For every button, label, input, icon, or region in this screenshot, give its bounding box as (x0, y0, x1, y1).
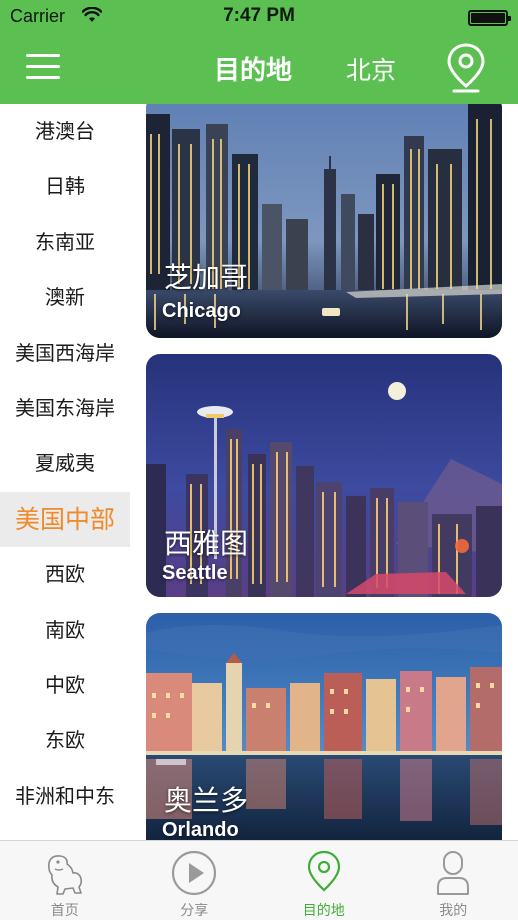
tab-label: 分享 (180, 903, 209, 919)
city-card-orlando[interactable]: 奥兰多 Orlando (146, 613, 502, 840)
sidebar-item-us-west-coast[interactable]: 美国西海岸 (0, 326, 130, 381)
city-card-chicago[interactable]: 芝加哥 Chicago (146, 104, 502, 338)
tab-destination[interactable]: 目的地 (259, 841, 389, 920)
location-pin-icon[interactable] (444, 42, 488, 94)
destination-list: 芝加哥 Chicago 西雅图 Seattle 奥兰多 Orlando (130, 104, 518, 840)
sidebar-item-hk-macau-taiwan[interactable]: 港澳台 (0, 104, 130, 159)
city-name-cn: 芝加哥 (164, 261, 249, 294)
tab-bar: 首页 分享 目的地 我的 (0, 840, 518, 920)
sidebar-item-us-east-coast[interactable]: 美国东海岸 (0, 381, 130, 436)
sidebar-item-eastern-europe[interactable]: 东欧 (0, 713, 130, 768)
clock: 7:47 PM (223, 5, 295, 26)
page-title: 目的地 (214, 56, 293, 86)
sidebar-item-southeast-asia[interactable]: 东南亚 (0, 215, 130, 270)
city-name-en: Chicago (162, 300, 241, 322)
tab-label: 我的 (439, 903, 468, 919)
location-pin-icon (307, 850, 340, 892)
dinosaur-icon (47, 855, 82, 895)
sidebar-item-us-central[interactable]: 美国中部 (0, 491, 130, 548)
status-bar: Carrier 7:47 PM (0, 0, 518, 34)
nav-bar: 目的地 北京 (0, 34, 518, 104)
tab-label: 目的地 (302, 903, 345, 919)
city-name-en: Seattle (162, 562, 228, 584)
battery-icon (468, 10, 511, 26)
tab-profile[interactable]: 我的 (389, 841, 518, 920)
tab-label: 首页 (50, 903, 79, 919)
city-card-seattle[interactable]: 西雅图 Seattle (146, 354, 502, 597)
play-icon (172, 850, 217, 896)
city-name-en: Orlando (162, 819, 239, 840)
menu-icon[interactable] (26, 52, 60, 80)
tab-share[interactable]: 分享 (130, 841, 260, 920)
current-city-button[interactable]: 北京 (346, 51, 396, 87)
city-name-cn: 西雅图 (164, 527, 249, 560)
person-icon (437, 851, 470, 895)
sidebar-item-australia-nz[interactable]: 澳新 (0, 270, 130, 325)
sidebar-item-western-europe[interactable]: 西欧 (0, 547, 130, 602)
sidebar-item-central-europe[interactable]: 中欧 (0, 658, 130, 713)
sidebar-item-southern-europe[interactable]: 南欧 (0, 603, 130, 658)
sidebar-item-japan-korea[interactable]: 日韩 (0, 159, 130, 214)
tab-home[interactable]: 首页 (0, 841, 130, 920)
region-sidebar: 港澳台 日韩 东南亚 澳新 美国西海岸 美国东海岸 夏威夷 美国中部 西欧 南欧… (0, 104, 130, 840)
sidebar-item-hawaii[interactable]: 夏威夷 (0, 436, 130, 491)
city-name-cn: 奥兰多 (164, 784, 249, 817)
sidebar-item-africa-middle-east[interactable]: 非洲和中东 (0, 769, 130, 824)
